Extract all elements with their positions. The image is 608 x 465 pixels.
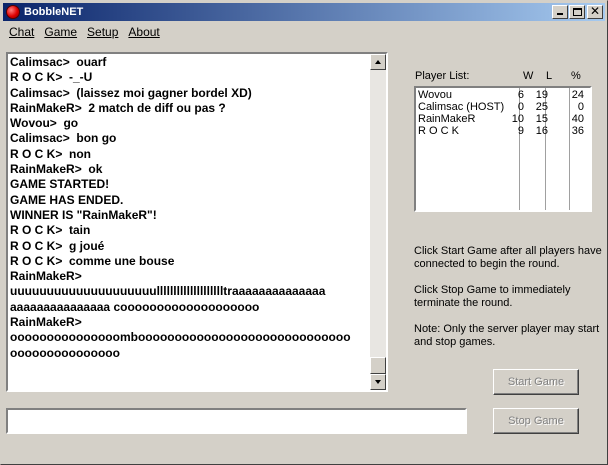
- start-game-button[interactable]: Start Game: [493, 369, 579, 395]
- player-percent: 24: [571, 89, 584, 101]
- player-row[interactable]: R O C K 9 16 36: [416, 125, 590, 137]
- menu-about-label: About: [128, 25, 160, 39]
- maximize-icon: [573, 8, 582, 16]
- player-row[interactable]: RainMakeR 10 15 40: [416, 113, 590, 125]
- chat-line: uuuuuuuuuuuuuuuuuuuullllllllllllllllllll…: [10, 284, 326, 299]
- losses-column-header: L: [546, 70, 553, 82]
- player-wins: 10: [511, 113, 524, 125]
- help-stop-text: Click Stop Game to immediately terminate…: [414, 284, 571, 309]
- player-percent: 0: [577, 101, 584, 113]
- player-wins: 6: [517, 89, 524, 101]
- player-percent: 40: [571, 113, 584, 125]
- chat-line: R O C K> g joué: [10, 238, 105, 253]
- chat-line: RainMakeR> ok: [10, 162, 103, 177]
- window-title: BobbleNET: [24, 6, 84, 18]
- menu-about[interactable]: About: [123, 25, 164, 39]
- chat-messages: Calimsac> ouarf R O C K> -_-U Calimsac> …: [8, 54, 370, 390]
- chat-line: R O C K> tain: [10, 223, 91, 238]
- stop-game-button[interactable]: Stop Game: [493, 408, 579, 434]
- help-start-text: Click Start Game after all players have …: [414, 245, 602, 270]
- player-losses: 19: [535, 89, 548, 101]
- player-list[interactable]: Wovou 6 19 24 Calimsac (HOST) 0 25 0 Rai…: [414, 86, 592, 212]
- chat-line: Calimsac> bon go: [10, 131, 117, 146]
- chat-line: RainMakeR>: [10, 315, 82, 330]
- player-percent: 36: [571, 125, 584, 137]
- chat-input[interactable]: [6, 408, 467, 434]
- player-losses: 15: [535, 113, 548, 125]
- menu-game[interactable]: Game: [39, 25, 82, 39]
- chat-line: RainMakeR>: [10, 269, 82, 284]
- player-list-label: Player List:: [415, 70, 470, 82]
- chat-line: R O C K> comme une bouse: [10, 253, 175, 268]
- app-window: BobbleNET ✕ Chat Game Setup About Calims…: [0, 0, 608, 465]
- player-row[interactable]: Calimsac (HOST) 0 25 0: [416, 101, 590, 113]
- menu-chat[interactable]: Chat: [4, 25, 39, 39]
- minimize-icon: [557, 13, 563, 15]
- player-name: Calimsac (HOST): [418, 101, 505, 113]
- chat-line: R O C K> non: [10, 146, 91, 161]
- chat-line: R O C K> -_-U: [10, 70, 93, 85]
- wins-column-header: W: [523, 70, 534, 82]
- chat-line: GAME STARTED!: [10, 177, 110, 192]
- chat-line: ooooooooooooooo: [10, 345, 120, 360]
- player-wins: 0: [517, 101, 524, 113]
- scroll-thumb[interactable]: [370, 357, 386, 374]
- minimize-button[interactable]: [552, 5, 568, 19]
- player-row[interactable]: Wovou 6 19 24: [416, 89, 590, 101]
- chat-log[interactable]: Calimsac> ouarf R O C K> -_-U Calimsac> …: [6, 52, 388, 392]
- percent-column-header: %: [571, 70, 581, 82]
- menu-bar: Chat Game Setup About: [4, 23, 165, 41]
- player-losses: 16: [535, 125, 548, 137]
- player-wins: 9: [517, 125, 524, 137]
- arrow-up-icon: [375, 60, 381, 64]
- chat-line: GAME HAS ENDED.: [10, 192, 124, 207]
- close-icon: ✕: [589, 4, 601, 18]
- player-losses: 25: [535, 101, 548, 113]
- chat-line: Calimsac> (laissez moi gagner bordel XD): [10, 85, 252, 100]
- chat-line: Calimsac> ouarf: [10, 55, 107, 69]
- chat-line: RainMakeR> 2 match de diff ou pas ?: [10, 100, 226, 115]
- menu-setup[interactable]: Setup: [82, 25, 123, 39]
- close-button[interactable]: ✕: [587, 4, 603, 19]
- chat-line: WINNER IS "RainMakeR"!: [10, 207, 157, 222]
- window-controls: ✕: [551, 4, 603, 19]
- player-name: R O C K: [418, 125, 459, 137]
- menu-game-label: Game: [44, 25, 78, 39]
- player-name: Wovou: [418, 89, 453, 101]
- maximize-button[interactable]: [569, 5, 585, 19]
- player-name: RainMakeR: [418, 113, 476, 125]
- scroll-down-button[interactable]: [370, 374, 386, 390]
- scroll-up-button[interactable]: [370, 54, 386, 70]
- help-note-text: Note: Only the server player may start a…: [414, 323, 600, 348]
- chat-scrollbar[interactable]: [370, 54, 386, 390]
- chat-line: Wovou> go: [10, 116, 79, 131]
- menu-setup-label: Setup: [87, 25, 119, 39]
- chat-line: ooooooooooooooombooooooooooooooooooooooo…: [10, 330, 351, 345]
- title-bar[interactable]: BobbleNET ✕: [3, 3, 605, 21]
- arrow-down-icon: [375, 380, 381, 384]
- menu-chat-label: Chat: [9, 25, 35, 39]
- red-ball-icon[interactable]: [6, 5, 20, 19]
- chat-line: aaaaaaaaaaaaaaa cooooooooooooooooooo: [10, 299, 260, 314]
